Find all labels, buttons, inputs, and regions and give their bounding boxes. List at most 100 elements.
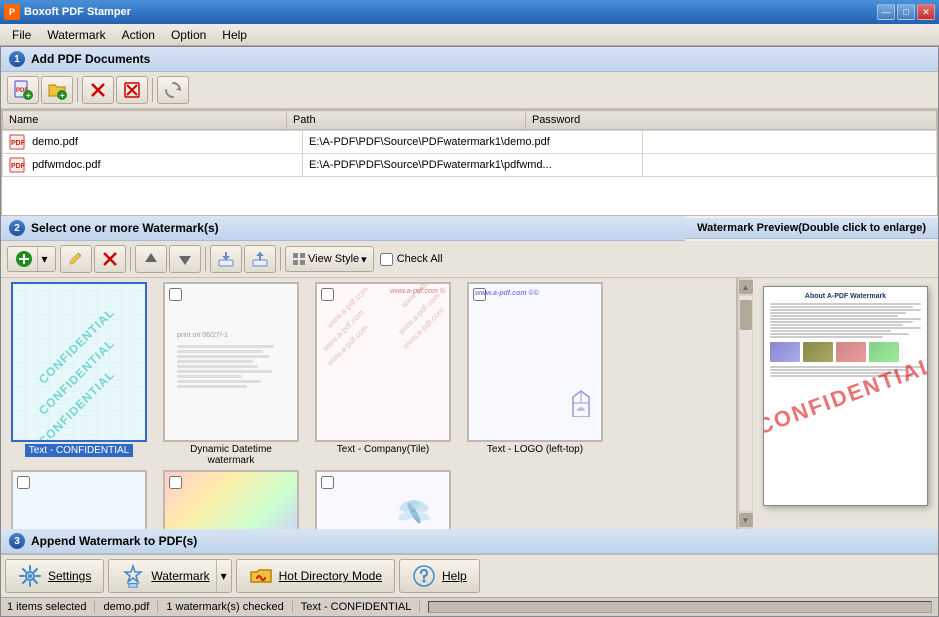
wm-check-4[interactable] <box>17 476 30 489</box>
wm-export-button[interactable] <box>244 245 276 273</box>
close-button[interactable]: ✕ <box>917 4 935 20</box>
wm-delete-button[interactable] <box>94 245 126 273</box>
file-password <box>643 154 937 177</box>
wm-edit-button[interactable] <box>60 245 92 273</box>
pdf-file-icon: PDF <box>9 157 25 173</box>
section1-title: Add PDF Documents <box>31 52 150 66</box>
watermark-item-5[interactable] <box>157 470 305 529</box>
app-title: Boxoft PDF Stamper <box>24 6 131 18</box>
file-table-body: PDF demo.pdf E:\A-PDF\PDF\Source\PDFwate… <box>2 130 937 177</box>
status-watermark-name: Text - CONFIDENTIAL <box>293 601 421 613</box>
watermark-content: CONFIDENTIAL CONFIDENTIAL CONFIDENTIAL T… <box>1 278 938 529</box>
watermark-item-4[interactable] <box>5 470 153 529</box>
wm-thumb-2: www.a-pdf.com © www.a-pdf.com www.a-pdf.… <box>315 282 451 442</box>
watermark-item-2[interactable]: www.a-pdf.com © www.a-pdf.com www.a-pdf.… <box>309 282 457 466</box>
watermark-button[interactable]: Watermark ▾ <box>108 559 231 593</box>
wm-move-up-button[interactable] <box>135 245 167 273</box>
check-all-label[interactable]: Check All <box>380 253 443 266</box>
scroll-thumb[interactable] <box>740 300 752 330</box>
wm-thumb-1: print on 06/27/-1 <box>163 282 299 442</box>
menu-action[interactable]: Action <box>114 26 163 44</box>
check-all-checkbox[interactable] <box>380 253 393 266</box>
preview-thumbnail[interactable]: About A-PDF Watermark <box>763 286 928 506</box>
watermark-icon <box>121 564 145 588</box>
file-table: Name Path Password <box>2 110 937 130</box>
section1-header: 1 Add PDF Documents <box>1 47 938 72</box>
bottom-toolbar: Settings Watermark ▾ Hot Directory Mode <box>1 554 938 597</box>
watermark-header: 2 Select one or more Watermark(s) Waterm… <box>1 216 938 241</box>
watermark-arrow[interactable]: ▾ <box>216 560 227 592</box>
wm-sep-1 <box>130 247 131 271</box>
section1-number: 1 <box>9 51 25 67</box>
clear-icon <box>122 80 142 100</box>
status-watermarks-checked: 1 watermark(s) checked <box>158 601 292 613</box>
wm-import-button[interactable] <box>210 245 242 273</box>
svg-text:+: + <box>26 91 31 100</box>
status-progress-bar <box>428 601 932 613</box>
view-style-label: View Style <box>308 253 359 265</box>
wm-sep-2 <box>205 247 206 271</box>
remove-icon <box>88 80 108 100</box>
watermark-item-3[interactable]: www.a-pdf.com ©© Text - LOGO (left-top) <box>461 282 609 466</box>
wm-add-button[interactable]: ▾ <box>7 246 56 272</box>
file-area: PDF demo.pdf E:\A-PDF\PDF\Source\PDFwate… <box>2 130 937 215</box>
settings-icon <box>18 564 42 588</box>
watermark-scrollbar[interactable]: ▲ ▼ <box>737 278 753 529</box>
wm-label-0: Text - CONFIDENTIAL <box>25 444 134 457</box>
company-tile: www.a-pdf.com www.a-pdf.com www.a-pdf.co… <box>317 284 449 440</box>
refresh-icon <box>163 80 183 100</box>
status-selected-file: demo.pdf <box>95 601 158 613</box>
wm-add-arrow[interactable]: ▾ <box>37 247 51 271</box>
scroll-down[interactable]: ▼ <box>739 513 753 527</box>
menu-file[interactable]: File <box>4 26 39 44</box>
scroll-up[interactable]: ▲ <box>739 280 753 294</box>
minimize-button[interactable]: — <box>877 4 895 20</box>
wm-check-1[interactable] <box>169 288 182 301</box>
toolbar-sep-1 <box>77 78 78 102</box>
refresh-button[interactable] <box>157 76 189 104</box>
export-icon <box>251 250 269 268</box>
settings-label: Settings <box>48 569 91 583</box>
add-folder-button[interactable]: + <box>41 76 73 104</box>
table-row[interactable]: PDF demo.pdf E:\A-PDF\PDF\Source\PDFwate… <box>3 131 937 154</box>
preview-title: About A-PDF Watermark <box>770 293 921 300</box>
watermark-item-1[interactable]: print on 06/27/-1 <box>157 282 305 466</box>
watermark-item-6[interactable] <box>309 470 457 529</box>
wm-check-5[interactable] <box>169 476 182 489</box>
watermark-item-0[interactable]: CONFIDENTIAL CONFIDENTIAL CONFIDENTIAL T… <box>5 282 153 466</box>
logo-icon <box>569 389 593 417</box>
import-icon <box>217 250 235 268</box>
title-bar-controls: — □ ✕ <box>877 4 935 20</box>
menu-watermark[interactable]: Watermark <box>39 26 113 44</box>
maximize-button[interactable]: □ <box>897 4 915 20</box>
clear-button[interactable] <box>116 76 148 104</box>
watermark-label: Watermark <box>151 569 209 583</box>
svg-text:PDF: PDF <box>11 140 25 147</box>
add-pdf-icon: PDF + <box>13 80 33 100</box>
section3-title: Append Watermark to PDF(s) <box>31 534 197 548</box>
edit-icon <box>67 250 85 268</box>
wm-thumb-5 <box>163 470 299 529</box>
file-password <box>643 131 937 154</box>
svg-text:+: + <box>60 91 65 100</box>
hot-directory-label: Hot Directory Mode <box>279 569 382 583</box>
svg-text:PDF: PDF <box>11 163 25 170</box>
wm-check-6[interactable] <box>321 476 334 489</box>
watermark-grid-area: CONFIDENTIAL CONFIDENTIAL CONFIDENTIAL T… <box>1 278 737 529</box>
main-window: 1 Add PDF Documents PDF + + <box>0 46 939 617</box>
section2-title: Select one or more Watermark(s) <box>31 221 219 235</box>
menu-help[interactable]: Help <box>214 26 255 44</box>
wm-label-2: Text - Company(Tile) <box>337 444 429 455</box>
add-pdf-button[interactable]: PDF + <box>7 76 39 104</box>
table-row[interactable]: PDF pdfwmdoc.pdf E:\A-PDF\PDF\Source\PDF… <box>3 154 937 177</box>
wm-sep-3 <box>280 247 281 271</box>
hot-directory-button[interactable]: Hot Directory Mode <box>236 559 395 593</box>
settings-button[interactable]: Settings <box>5 559 104 593</box>
section2-number: 2 <box>9 220 25 236</box>
remove-button[interactable] <box>82 76 114 104</box>
help-button[interactable]: Help <box>399 559 480 593</box>
wm-move-down-button[interactable] <box>169 245 201 273</box>
view-style-button[interactable]: View Style ▾ <box>285 246 374 272</box>
hot-directory-icon <box>249 564 273 588</box>
menu-option[interactable]: Option <box>163 26 214 44</box>
